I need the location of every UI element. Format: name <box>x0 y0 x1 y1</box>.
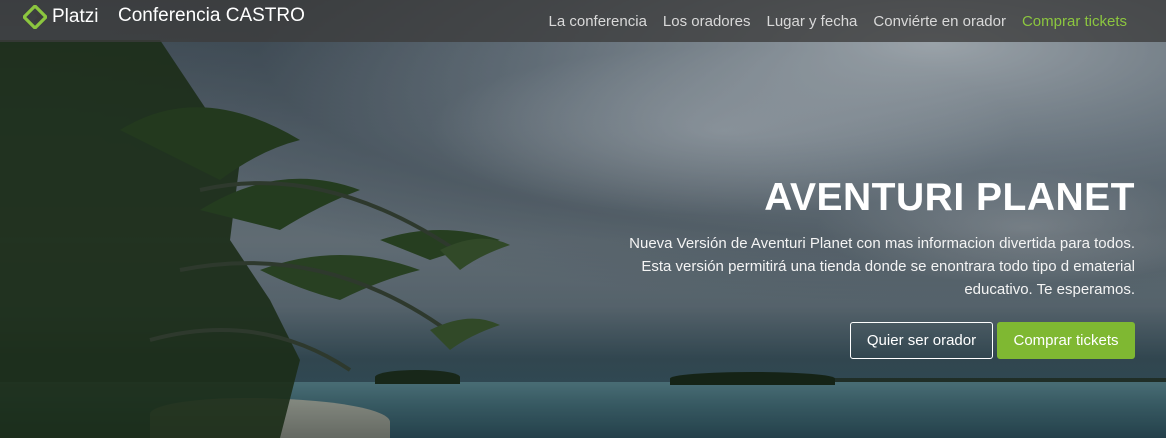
nav-link-conviertete-en-orador[interactable]: Conviérte en orador <box>873 13 1006 30</box>
become-speaker-button[interactable]: Quier ser orador <box>850 322 993 359</box>
platzi-logo-icon[interactable] <box>23 5 47 29</box>
nav-links: La conferencia Los oradores Lugar y fech… <box>549 0 1127 42</box>
hero-description: Nueva Versión de Aventuri Planet con mas… <box>515 232 1135 301</box>
hero-description-line: Esta versión permitirá una tienda donde … <box>641 258 1135 275</box>
nav-link-lugar-y-fecha[interactable]: Lugar y fecha <box>766 13 857 30</box>
nav-link-los-oradores[interactable]: Los oradores <box>663 13 751 30</box>
hero-description-line: educativo. Te esperamos. <box>964 281 1135 298</box>
hero-title: AVENTURI PLANET <box>764 176 1135 219</box>
buy-tickets-button[interactable]: Comprar tickets <box>997 322 1135 359</box>
nav-link-la-conferencia[interactable]: La conferencia <box>549 13 647 30</box>
hero-buttons: Quier ser orador Comprar tickets <box>515 322 1135 359</box>
brand-name[interactable]: Platzi <box>52 6 98 28</box>
conference-title[interactable]: Conferencia CASTRO <box>118 5 305 27</box>
nav-link-comprar-tickets[interactable]: Comprar tickets <box>1022 13 1127 30</box>
hero-description-line: Nueva Versión de Aventuri Planet con mas… <box>629 235 1135 252</box>
hero-content: AVENTURI PLANET Nueva Versión de Aventur… <box>515 176 1135 359</box>
top-navbar: Platzi Conferencia CASTRO La conferencia… <box>0 0 1166 42</box>
